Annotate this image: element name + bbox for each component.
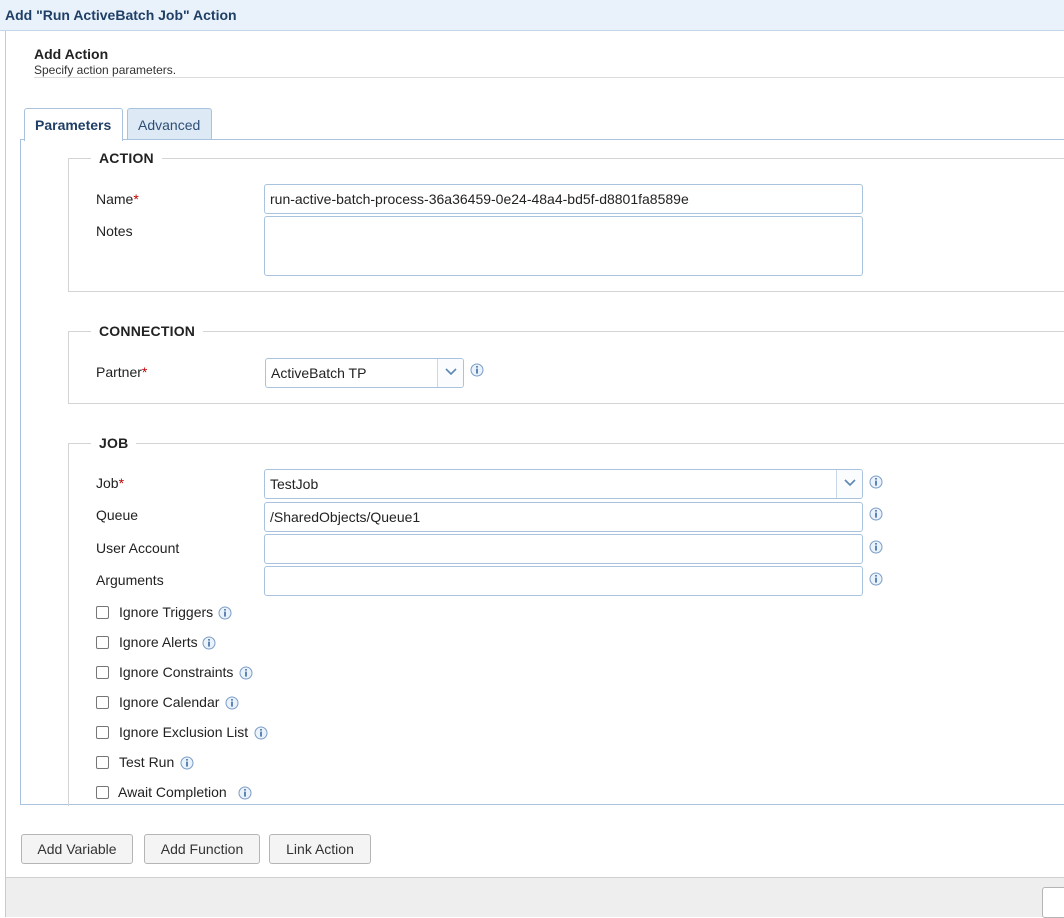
arguments-label: Arguments	[96, 572, 164, 588]
required-marker: *	[141, 364, 148, 380]
footer-button[interactable]	[1042, 887, 1064, 918]
ignore-exclusion-list-row[interactable]: Ignore Exclusion List	[96, 723, 296, 743]
await-completion-label[interactable]: Await Completion	[118, 784, 227, 800]
notes-textarea[interactable]	[264, 216, 863, 276]
connection-section-legend: CONNECTION	[99, 323, 196, 339]
job-label: Job*	[96, 475, 124, 491]
ignore-alerts-row[interactable]: Ignore Alerts	[96, 633, 256, 653]
tab-advanced[interactable]: Advanced	[127, 108, 212, 140]
header-divider	[34, 77, 1064, 78]
ignore-calendar-row[interactable]: Ignore Calendar	[96, 693, 276, 713]
test-run-row[interactable]: Test Run	[96, 753, 226, 773]
ignore-triggers-label[interactable]: Ignore Triggers	[119, 604, 213, 620]
user-account-input[interactable]	[264, 534, 863, 564]
ignore-calendar-label[interactable]: Ignore Calendar	[119, 694, 219, 710]
ignore-exclusion-list-info-icon[interactable]	[254, 726, 268, 740]
ignore-constraints-checkbox[interactable]	[96, 666, 109, 679]
await-completion-info-icon[interactable]	[238, 786, 252, 800]
user-account-label: User Account	[96, 540, 180, 556]
queue-label: Queue	[96, 507, 139, 523]
partner-select[interactable]: ActiveBatch TP	[265, 358, 464, 388]
ignore-triggers-info-icon[interactable]	[218, 606, 232, 620]
chevron-down-icon[interactable]	[437, 359, 463, 387]
required-marker: *	[133, 191, 139, 207]
chevron-down-icon[interactable]	[836, 470, 862, 498]
ignore-triggers-row[interactable]: Ignore Triggers	[96, 603, 256, 623]
header-subtitle: Specify action parameters.	[34, 63, 177, 77]
parameters-panel: ACTION Name* run-active-batch-process-36…	[20, 139, 1064, 806]
job-section-legend: JOB	[99, 435, 129, 451]
job-select-value: TestJob	[270, 476, 319, 492]
ignore-constraints-info-icon[interactable]	[239, 666, 253, 680]
dialog-titlebar: Add "Run ActiveBatch Job" Action	[0, 0, 1064, 31]
link-action-button[interactable]: Link Action	[269, 834, 371, 864]
arguments-input[interactable]	[264, 566, 863, 596]
add-variable-button[interactable]: Add Variable	[21, 834, 133, 864]
queue-input[interactable]: /SharedObjects/Queue1	[264, 502, 863, 532]
ignore-calendar-info-icon[interactable]	[225, 696, 239, 710]
add-function-button[interactable]: Add Function	[144, 834, 260, 864]
ignore-calendar-checkbox[interactable]	[96, 696, 109, 709]
ignore-alerts-label[interactable]: Ignore Alerts	[119, 634, 198, 650]
test-run-info-icon[interactable]	[180, 756, 194, 770]
connection-section: CONNECTION	[68, 323, 1064, 404]
name-input[interactable]: run-active-batch-process-36a36459-0e24-4…	[264, 184, 863, 214]
ignore-constraints-row[interactable]: Ignore Constraints	[96, 663, 286, 683]
header-title: Add Action	[34, 46, 109, 62]
partner-label-text: Partner	[96, 364, 142, 380]
job-info-icon[interactable]	[869, 475, 883, 489]
required-marker: *	[118, 475, 125, 491]
notes-label: Notes	[96, 223, 133, 239]
name-label: Name*	[96, 191, 139, 207]
dialog-footer	[6, 877, 1064, 918]
tab-parameters[interactable]: Parameters	[24, 108, 123, 141]
partner-label: Partner*	[96, 364, 147, 380]
arguments-info-icon[interactable]	[869, 572, 883, 586]
user-account-info-icon[interactable]	[869, 540, 883, 554]
job-label-text: Job	[96, 475, 119, 491]
ignore-exclusion-list-checkbox[interactable]	[96, 726, 109, 739]
await-completion-checkbox[interactable]	[96, 786, 109, 799]
ignore-triggers-checkbox[interactable]	[96, 606, 109, 619]
ignore-exclusion-list-label[interactable]: Ignore Exclusion List	[119, 724, 248, 740]
name-label-text: Name	[96, 191, 134, 207]
add-action-dialog: Add Action Specify action parameters. Pa…	[5, 31, 1064, 918]
ignore-alerts-checkbox[interactable]	[96, 636, 109, 649]
await-completion-row[interactable]: Await Completion	[96, 783, 276, 803]
queue-info-icon[interactable]	[869, 507, 883, 521]
job-select[interactable]: TestJob	[264, 469, 863, 499]
test-run-label[interactable]: Test Run	[119, 754, 174, 770]
action-section-legend: ACTION	[99, 150, 154, 166]
dialog-title: Add "Run ActiveBatch Job" Action	[5, 7, 237, 23]
ignore-constraints-label[interactable]: Ignore Constraints	[119, 664, 233, 680]
test-run-checkbox[interactable]	[96, 756, 109, 769]
ignore-alerts-info-icon[interactable]	[202, 636, 216, 650]
partner-info-icon[interactable]	[470, 363, 484, 377]
partner-select-value: ActiveBatch TP	[271, 365, 367, 381]
